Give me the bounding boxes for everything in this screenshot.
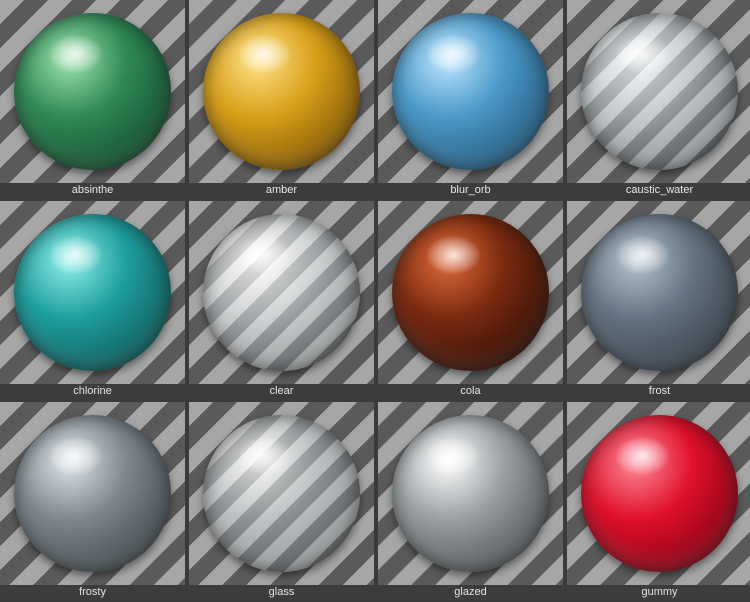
sphere-rim-shading bbox=[581, 13, 738, 170]
material-label: glass bbox=[189, 585, 374, 600]
material-tile-clear[interactable]: clear bbox=[189, 201, 374, 399]
material-label: blur_orb bbox=[378, 183, 563, 198]
material-preview bbox=[378, 402, 563, 585]
sphere-rim-shading bbox=[392, 415, 549, 572]
sphere-rim-shading bbox=[14, 13, 171, 170]
material-tile-frost[interactable]: frost bbox=[567, 201, 750, 399]
sphere-rim-shading bbox=[392, 214, 549, 371]
material-preview bbox=[189, 201, 374, 384]
sphere-rim-shading bbox=[14, 415, 171, 572]
material-preview bbox=[567, 402, 750, 585]
material-preview bbox=[378, 201, 563, 384]
chlorine-material-sphere-icon bbox=[14, 214, 171, 371]
material-tile-caustic-water[interactable]: caustic_water bbox=[567, 0, 750, 198]
sphere-rim-shading bbox=[581, 415, 738, 572]
material-tile-amber[interactable]: amber bbox=[189, 0, 374, 198]
material-tile-cola[interactable]: cola bbox=[378, 201, 563, 399]
clear-material-sphere-icon bbox=[203, 214, 360, 371]
material-tile-glass[interactable]: glass bbox=[189, 402, 374, 600]
material-tile-frosty[interactable]: frosty bbox=[0, 402, 185, 600]
material-tile-chlorine[interactable]: chlorine bbox=[0, 201, 185, 399]
material-label: glazed bbox=[378, 585, 563, 600]
sphere-rim-shading bbox=[581, 214, 738, 371]
material-label: gummy bbox=[567, 585, 750, 600]
material-label: amber bbox=[189, 183, 374, 198]
sphere-rim-shading bbox=[203, 13, 360, 170]
sphere-rim-shading bbox=[14, 214, 171, 371]
material-label: caustic_water bbox=[567, 183, 750, 198]
sphere-rim-shading bbox=[203, 415, 360, 572]
sphere-rim-shading bbox=[392, 13, 549, 170]
material-preview bbox=[0, 0, 185, 183]
material-tile-gummy[interactable]: gummy bbox=[567, 402, 750, 600]
frosty-material-sphere-icon bbox=[14, 415, 171, 572]
amber-material-sphere-icon bbox=[203, 13, 360, 170]
absinthe-material-sphere-icon bbox=[14, 13, 171, 170]
caustic-water-material-sphere-icon bbox=[581, 13, 738, 170]
glazed-material-sphere-icon bbox=[392, 415, 549, 572]
material-preview bbox=[378, 0, 563, 183]
material-preview bbox=[0, 201, 185, 384]
cola-material-sphere-icon bbox=[392, 214, 549, 371]
glass-material-sphere-icon bbox=[203, 415, 360, 572]
material-tile-absinthe[interactable]: absinthe bbox=[0, 0, 185, 198]
material-label: cola bbox=[378, 384, 563, 399]
material-label: frost bbox=[567, 384, 750, 399]
material-tile-blur-orb[interactable]: blur_orb bbox=[378, 0, 563, 198]
material-preset-grid: absinthe amber blur_orb caustic_waterchlori… bbox=[0, 0, 750, 602]
material-preview bbox=[567, 201, 750, 384]
material-preview bbox=[0, 402, 185, 585]
frost-material-sphere-icon bbox=[581, 214, 738, 371]
material-label: chlorine bbox=[0, 384, 185, 399]
material-tile-glazed[interactable]: glazed bbox=[378, 402, 563, 600]
sphere-rim-shading bbox=[203, 214, 360, 371]
material-preview bbox=[189, 0, 374, 183]
material-label: absinthe bbox=[0, 183, 185, 198]
material-label: clear bbox=[189, 384, 374, 399]
material-preview bbox=[189, 402, 374, 585]
blur-orb-material-sphere-icon bbox=[392, 13, 549, 170]
material-label: frosty bbox=[0, 585, 185, 600]
gummy-material-sphere-icon bbox=[581, 415, 738, 572]
material-preview bbox=[567, 0, 750, 183]
